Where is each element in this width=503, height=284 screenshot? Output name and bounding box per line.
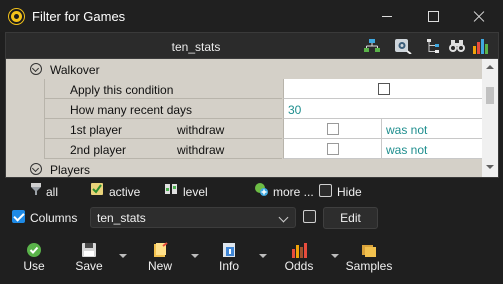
chevron-down-icon (278, 212, 289, 223)
bottom-toolbar: Use Save New Info Odds Samples (5, 235, 499, 281)
collapse-icon[interactable] (30, 163, 42, 175)
panel-header: ten_stats (6, 33, 498, 59)
active-button[interactable]: active (109, 185, 140, 199)
save-button[interactable]: Save (73, 235, 105, 281)
use-label: Use (23, 259, 45, 273)
recent-days-value[interactable]: 30 (288, 103, 301, 117)
use-button[interactable]: Use (19, 235, 49, 281)
columns-option-checkbox[interactable] (303, 210, 316, 223)
panel-title: ten_stats (171, 40, 221, 54)
samples-button[interactable]: Samples (345, 235, 393, 281)
new-dropdown-icon[interactable] (191, 254, 199, 258)
binoculars-icon[interactable] (448, 38, 466, 54)
folder-stack-icon (362, 245, 376, 257)
check-circle-icon (27, 243, 41, 257)
player1-state[interactable]: was not (386, 123, 427, 137)
new-button[interactable]: New (143, 235, 177, 281)
info-dropdown-icon[interactable] (259, 254, 267, 258)
group-label: Players (50, 163, 91, 177)
condition-row: Apply this condition (6, 79, 482, 99)
scroll-down-icon[interactable] (486, 165, 494, 169)
more-button[interactable]: more ... (273, 185, 314, 199)
recent-days-cell[interactable]: 30 (283, 99, 482, 119)
settings-search-icon[interactable] (394, 38, 412, 54)
add-more-icon[interactable] (254, 182, 268, 196)
apply-condition-checkbox[interactable] (378, 83, 390, 95)
player2-label: 2nd player (70, 143, 127, 157)
all-button[interactable]: all (46, 185, 58, 199)
apply-condition-cell[interactable] (283, 79, 482, 99)
save-dropdown-icon[interactable] (119, 254, 127, 258)
player2-state-cell[interactable]: was not (381, 139, 482, 159)
info-label: Info (218, 259, 239, 273)
new-document-icon (154, 242, 168, 257)
player1-state-cell[interactable]: was not (381, 119, 482, 139)
player2-row: 2nd player withdraw was not (6, 139, 482, 159)
new-label: New (147, 259, 172, 273)
player2-check-cell[interactable] (283, 139, 381, 159)
bar-chart-icon[interactable] (472, 38, 490, 54)
player2-state[interactable]: was not (386, 143, 427, 157)
player1-checkbox[interactable] (327, 123, 339, 135)
player1-label: 1st player (70, 123, 123, 137)
scroll-thumb[interactable] (486, 87, 494, 104)
group-label: Walkover (50, 63, 100, 77)
save-label: Save (75, 259, 103, 273)
odds-button[interactable]: Odds (280, 235, 318, 281)
columns-select[interactable]: ten_stats (90, 207, 296, 228)
odds-dropdown-icon[interactable] (331, 254, 339, 258)
info-button[interactable]: Info (214, 235, 244, 281)
player2-type: withdraw (177, 143, 225, 157)
level-button[interactable]: level (183, 185, 208, 199)
filter-funnel-icon[interactable] (29, 182, 43, 196)
vertical-scrollbar[interactable] (482, 59, 498, 177)
collapse-icon[interactable] (30, 63, 42, 75)
apply-condition-label: Apply this condition (70, 83, 174, 97)
floppy-disk-icon (82, 243, 96, 257)
filter-panel: ten_stats Walkover Apply this condition (5, 32, 499, 178)
player1-check-cell[interactable] (283, 119, 381, 139)
player1-row: 1st player withdraw was not (6, 119, 482, 139)
checklist-icon[interactable] (90, 182, 104, 196)
filter-grid: Walkover Apply this condition How many r… (6, 59, 482, 177)
odds-label: Odds (284, 259, 314, 273)
edit-button[interactable]: Edit (323, 207, 378, 229)
app-logo-icon (9, 9, 24, 24)
tree-structure-icon[interactable] (363, 38, 381, 54)
columns-select-value: ten_stats (97, 211, 146, 225)
maximize-button[interactable] (410, 0, 456, 32)
close-button[interactable] (456, 0, 502, 32)
level-icon[interactable] (164, 182, 178, 196)
info-document-icon (223, 243, 235, 257)
group-row-players[interactable]: Players (6, 159, 482, 177)
recent-days-row: How many recent days 30 (6, 99, 482, 119)
title-bar: Filter for Games (0, 0, 503, 32)
player1-type: withdraw (177, 123, 225, 137)
hide-label: Hide (337, 185, 362, 199)
window-title: Filter for Games (32, 9, 126, 24)
group-row-walkover[interactable]: Walkover (6, 59, 482, 79)
hierarchy-icon[interactable] (425, 38, 443, 54)
minimize-button[interactable] (364, 0, 410, 32)
hide-checkbox[interactable] (319, 184, 332, 197)
odds-chart-icon (292, 243, 307, 258)
columns-checkbox[interactable] (12, 210, 25, 223)
player2-checkbox[interactable] (327, 143, 339, 155)
columns-label: Columns (30, 211, 78, 225)
recent-days-label: How many recent days (70, 103, 193, 117)
samples-label: Samples (345, 259, 393, 273)
scroll-up-icon[interactable] (486, 65, 494, 69)
